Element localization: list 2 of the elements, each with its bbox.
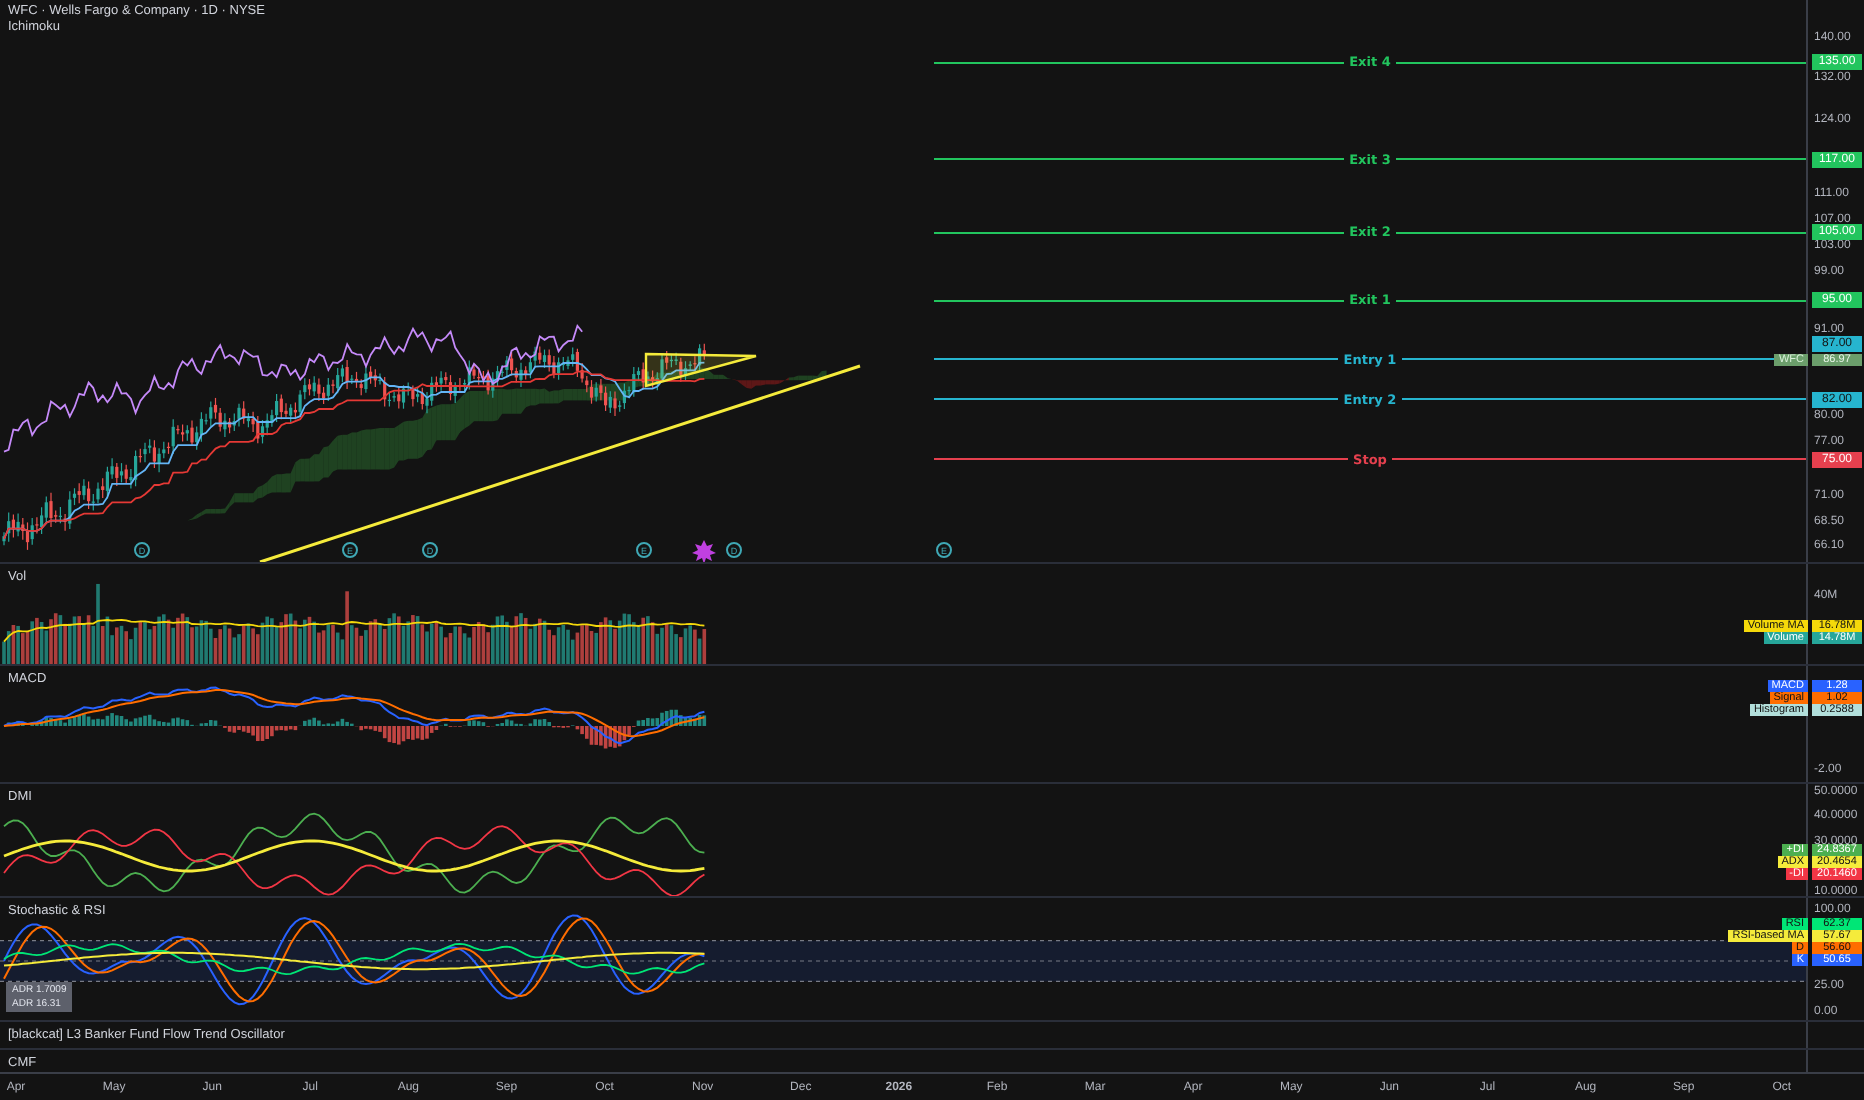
burst-icon [692, 540, 716, 562]
triangle-outline [644, 352, 758, 388]
